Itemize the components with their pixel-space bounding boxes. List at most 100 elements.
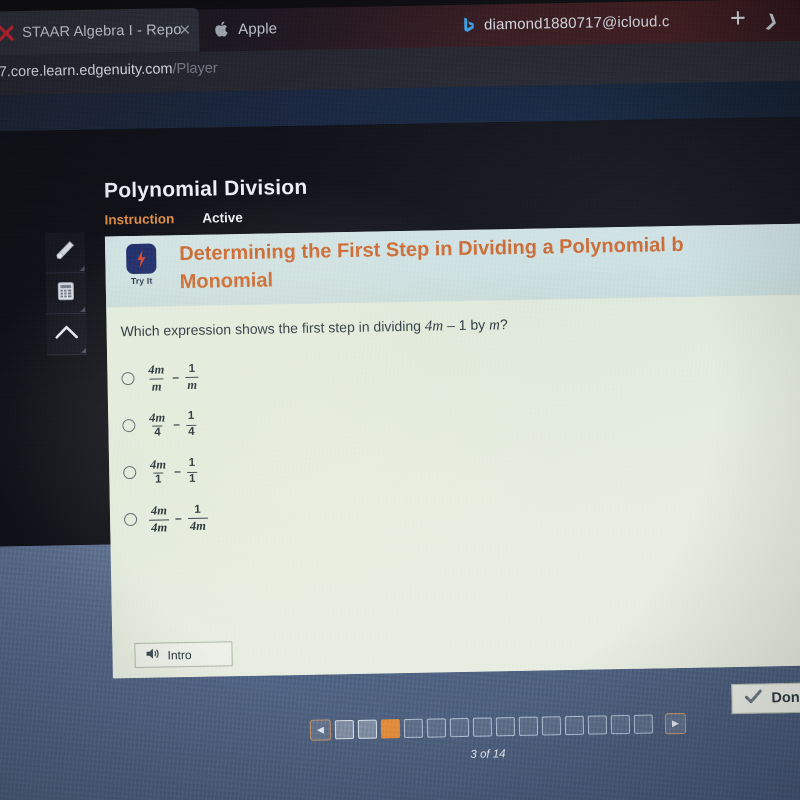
radio-button[interactable] — [121, 371, 135, 386]
chevron-up-icon — [53, 320, 79, 347]
step-box-10[interactable] — [541, 716, 562, 736]
fraction-numerator: 1 — [188, 362, 196, 375]
browser-tab-staar-algebra[interactable]: STAAR Algebra I - Repo ✕ — [0, 7, 200, 56]
new-tab-button[interactable]: + — [723, 3, 754, 35]
answer-expression: 4m 4 – 1 4 — [147, 410, 197, 440]
collapse-tool-button[interactable] — [46, 313, 88, 356]
step-box-12[interactable] — [587, 715, 608, 735]
answer-expression: 4m m – 1 m — [146, 362, 200, 394]
answer-choice-d[interactable]: 4m 4m – 1 4m — [123, 491, 425, 543]
lesson-phase-label: Instruction — [104, 211, 175, 228]
try-it-badge: Try It — [118, 243, 165, 286]
fraction-right: 1 m — [185, 362, 200, 393]
answer-choice-c[interactable]: 4m 1 – 1 1 — [123, 444, 424, 496]
edgenuity-page: Polynomial Division Instruction Active T… — [0, 116, 800, 800]
step-box-7[interactable] — [472, 717, 493, 737]
apple-icon — [213, 20, 231, 38]
step-counter-label: 3 of 14 — [470, 748, 506, 761]
step-box-6[interactable] — [449, 717, 470, 738]
activity-card-body: Which expression shows the first step in… — [106, 294, 800, 679]
fraction-right: 1 4 — [186, 410, 197, 439]
bing-b-icon — [459, 16, 477, 34]
browser-tab-icloud-mail[interactable]: diamond1880717@icloud.c — [449, 0, 708, 47]
question-variable-2: m — [488, 317, 501, 334]
activity-title: Determining the First Step in Dividing a… — [179, 227, 800, 296]
chevron-right-icon[interactable]: ❯ — [763, 10, 781, 32]
intro-button-label: Intro — [167, 647, 192, 662]
radio-button[interactable] — [123, 512, 138, 527]
step-box-1[interactable] — [334, 719, 355, 740]
radio-button[interactable] — [122, 418, 136, 433]
screen-photo: STAAR Algebra I - Repo ✕ Apple diamond18… — [0, 0, 800, 800]
next-step-button[interactable]: ▶ — [664, 712, 687, 735]
operator: – — [173, 417, 181, 432]
fraction-left: 4m 4 — [147, 410, 168, 440]
monitor-screen: STAAR Algebra I - Repo ✕ Apple diamond18… — [0, 0, 800, 800]
radio-button[interactable] — [123, 465, 137, 480]
done-button[interactable]: Done — [731, 682, 800, 715]
fraction-right: 1 1 — [186, 457, 198, 486]
fraction-denominator: 4 — [152, 425, 163, 440]
answer-choice-b[interactable]: 4m 4 – 1 4 — [122, 397, 423, 449]
fraction-denominator: m — [149, 377, 164, 394]
try-it-label: Try It — [130, 275, 153, 287]
step-box-4[interactable] — [403, 718, 424, 739]
url-text: r17.core.learn.edgenuity.com/Player — [0, 60, 218, 80]
fraction-numerator: 1 — [188, 457, 196, 470]
question-prefix: Which expression shows the first step in… — [120, 317, 425, 340]
browser-tab-title: diamond1880717@icloud.c — [483, 12, 670, 33]
step-box-13[interactable] — [610, 714, 631, 735]
step-box-8[interactable] — [495, 717, 516, 737]
question-suffix: ? — [499, 316, 508, 333]
calculator-icon — [55, 279, 77, 306]
fraction-denominator: 1 — [186, 471, 198, 486]
fraction-left: 4m 4m — [149, 503, 170, 535]
x-logo-icon — [0, 24, 15, 42]
url-host: r17.core.learn.edgenuity.com — [0, 61, 173, 81]
fraction-right: 1 4m — [187, 503, 208, 534]
step-box-14[interactable] — [633, 714, 654, 734]
operator: – — [174, 511, 182, 526]
lesson-status-row: Instruction Active — [104, 210, 243, 228]
intro-audio-button[interactable]: Intro — [134, 641, 233, 668]
url-path: /Player — [172, 60, 218, 78]
fraction-numerator: 1 — [187, 410, 195, 423]
step-box-2[interactable] — [357, 719, 378, 739]
fraction-denominator: 4m — [187, 517, 208, 534]
fraction-numerator: 4m — [150, 503, 168, 518]
step-box-11[interactable] — [564, 715, 585, 736]
answer-expression: 4m 4m – 1 4m — [149, 503, 208, 535]
fraction-numerator: 1 — [194, 503, 201, 516]
browser-tab-title: STAAR Algebra I - Repo — [21, 22, 182, 41]
step-box-9[interactable] — [518, 716, 539, 736]
activity-card: Try It Determining the First Step in Div… — [104, 223, 800, 679]
browser-chrome: STAAR Algebra I - Repo ✕ Apple diamond18… — [0, 0, 800, 132]
step-box-5[interactable] — [426, 718, 447, 738]
lightning-bolt-icon — [126, 243, 157, 275]
browser-tab-title: Apple — [237, 19, 278, 38]
tab-close-icon[interactable]: ✕ — [178, 21, 191, 38]
calculator-tool-button[interactable] — [45, 272, 87, 315]
answer-expression: 4m 1 – 1 1 — [148, 457, 198, 487]
step-box-3[interactable] — [380, 719, 401, 739]
fraction-numerator: 4m — [148, 362, 165, 377]
operator: – — [172, 370, 180, 385]
question-prompt: Which expression shows the first step in… — [120, 316, 507, 341]
speaker-icon — [144, 647, 160, 664]
done-button-label: Done — [771, 689, 800, 707]
browser-tab-apple[interactable]: Apple — [203, 4, 394, 51]
highlighter-icon — [53, 237, 78, 266]
fraction-left: 4m 1 — [148, 457, 169, 487]
fraction-numerator: 4m — [149, 457, 167, 472]
lesson-toolbar — [44, 231, 88, 356]
check-icon — [744, 689, 762, 709]
fraction-numerator: 4m — [149, 410, 166, 425]
operator: – — [174, 464, 181, 479]
highlighter-tool-button[interactable] — [44, 231, 86, 274]
question-variable-1: 4m — [424, 318, 444, 335]
page-title: Polynomial Division — [103, 175, 308, 203]
fraction-denominator: 4 — [186, 424, 197, 439]
answer-choice-a[interactable]: 4m m – 1 m — [121, 350, 422, 402]
prev-step-button[interactable]: ◀ — [309, 719, 332, 741]
lesson-state-label: Active — [202, 209, 243, 226]
